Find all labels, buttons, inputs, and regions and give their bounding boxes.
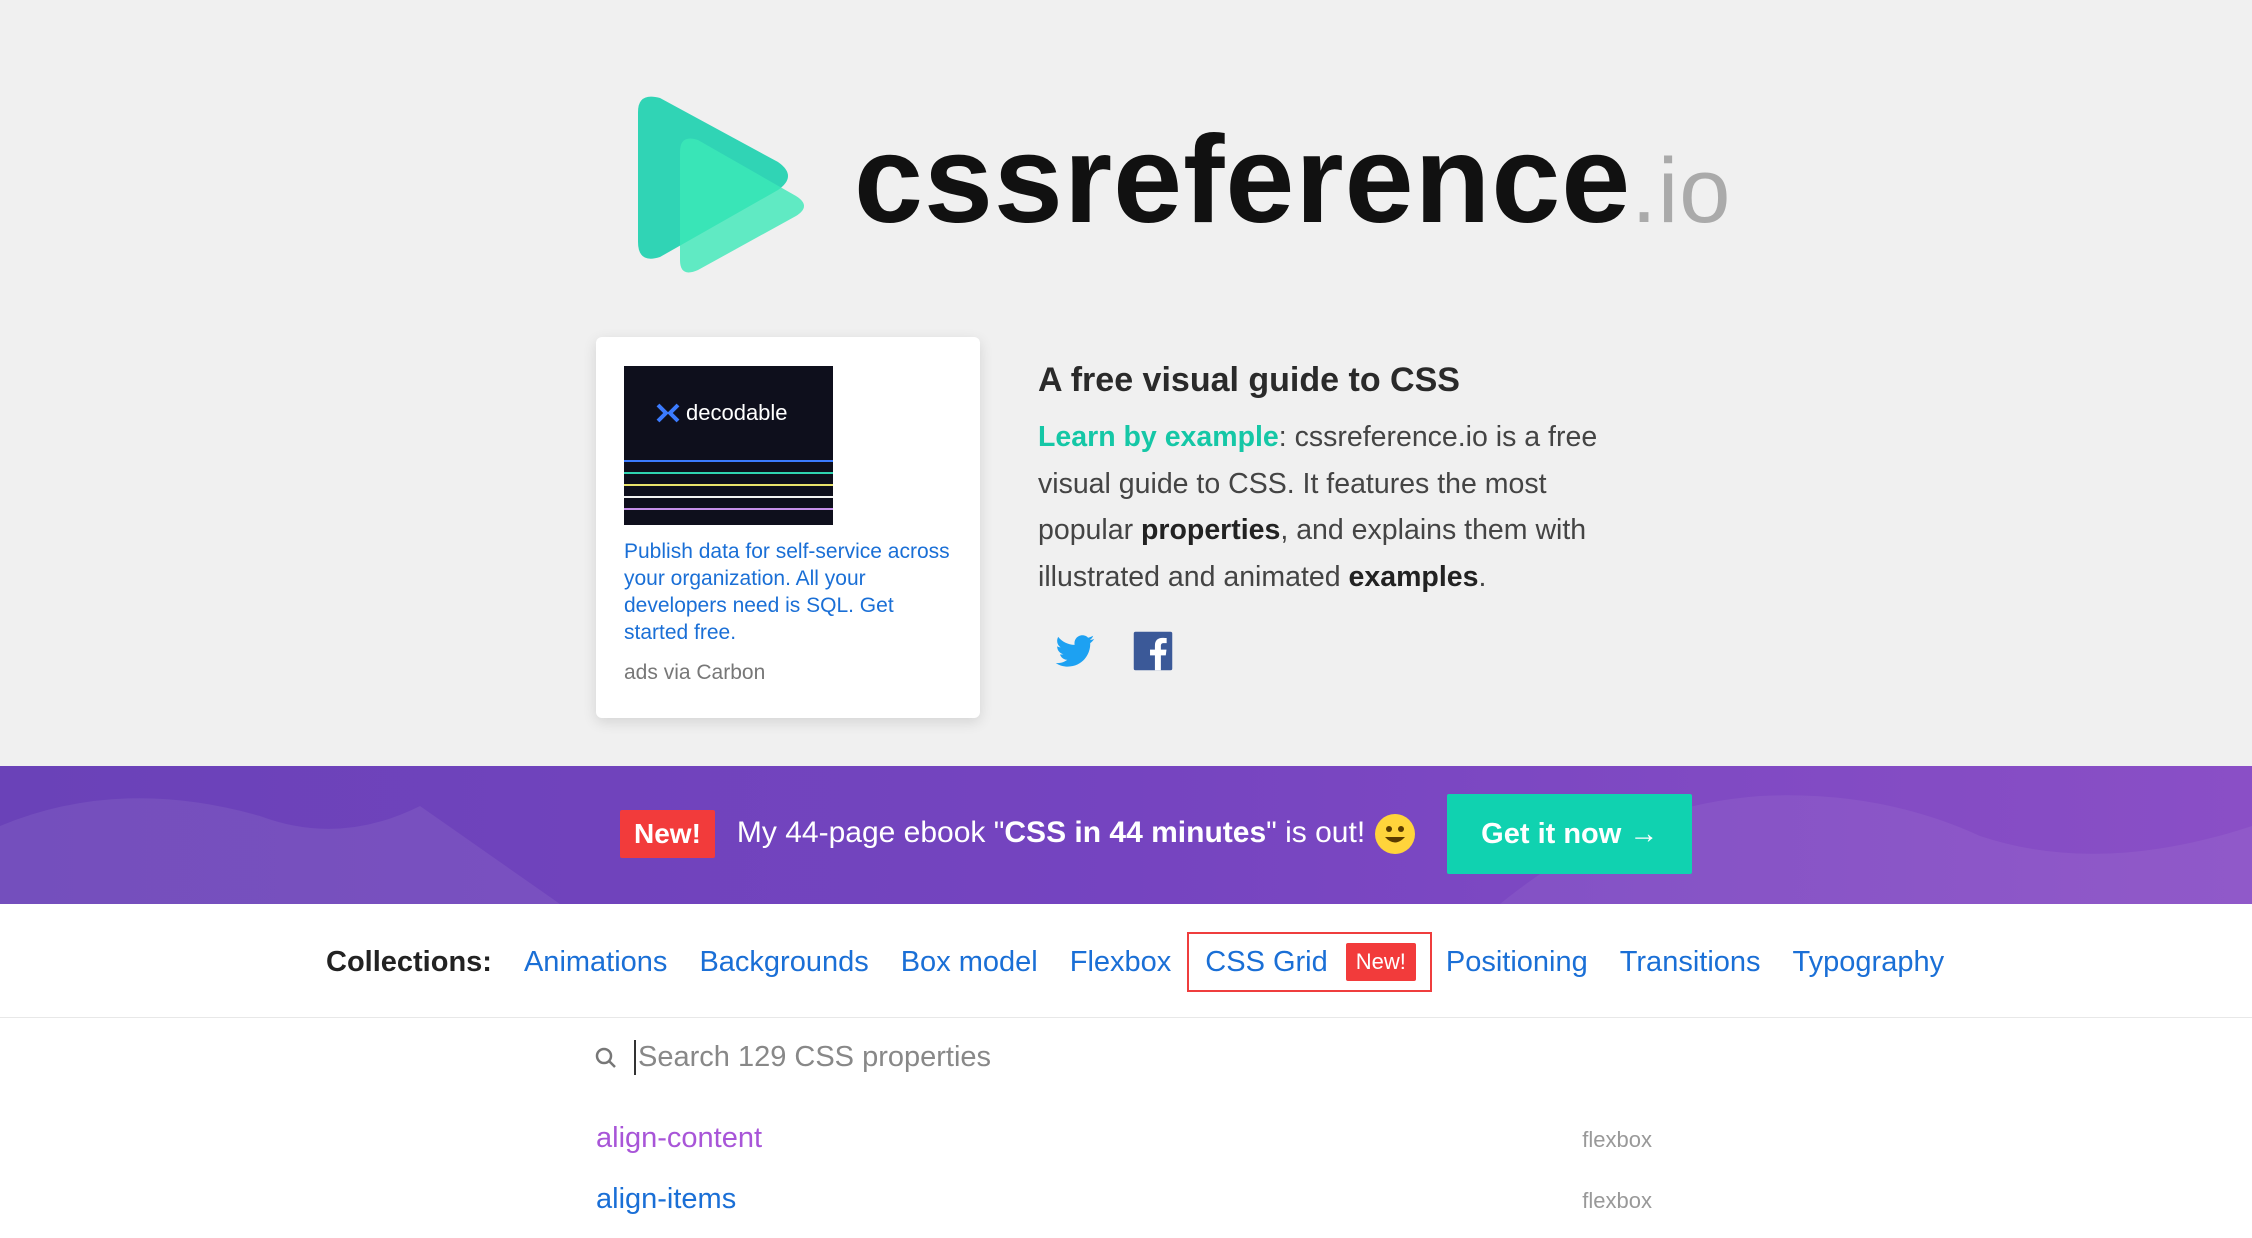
intro-title: A free visual guide to CSS	[1038, 361, 1460, 399]
intro-bold-examples: examples	[1348, 560, 1479, 593]
collection-animations[interactable]: Animations	[524, 946, 667, 979]
banner-text[interactable]: My 44-page ebook "CSS in 44 minutes" is …	[736, 814, 1416, 854]
property-name-link[interactable]: align-content	[596, 1122, 762, 1155]
intro-bold-properties: properties	[1141, 514, 1281, 546]
collection-css-grid[interactable]: CSS Grid New!	[1187, 932, 1432, 992]
logo-tld-text: .io	[1631, 140, 1732, 242]
smiley-emoji-icon	[1375, 814, 1416, 854]
property-category: flexbox	[1582, 1188, 1652, 1213]
get-it-now-button[interactable]: Get it now →	[1447, 794, 1693, 874]
property-category: flexbox	[1582, 1127, 1652, 1152]
collection-typography[interactable]: Typography	[1793, 946, 1945, 979]
carbon-ad-card: decodable Publish data for self-service …	[596, 337, 980, 718]
hero-section: cssreference.io decodable Publish data f…	[0, 0, 2252, 766]
search-row	[594, 1040, 1240, 1075]
search-input[interactable]	[634, 1040, 1240, 1075]
collections-nav: Collections: Animations Backgrounds Box …	[0, 904, 2252, 1018]
collection-flexbox[interactable]: Flexbox	[1070, 946, 1172, 979]
css-grid-new-badge: New!	[1345, 943, 1416, 981]
ad-brand-name: decodable	[686, 400, 788, 425]
ad-via-link[interactable]: ads via Carbon	[624, 661, 765, 685]
collection-transitions[interactable]: Transitions	[1620, 946, 1761, 979]
collections-row: Collections: Animations Backgrounds Box …	[326, 932, 1976, 992]
decodable-logo-icon	[656, 403, 680, 423]
intro-lead: Learn by example	[1038, 421, 1279, 453]
banner-content: New! My 44-page ebook "CSS in 44 minutes…	[620, 794, 1693, 874]
collection-css-grid-label: CSS Grid	[1205, 945, 1328, 978]
ebook-banner: New! My 44-page ebook "CSS in 44 minutes…	[0, 766, 2252, 904]
logo-play-icon[interactable]	[628, 92, 812, 282]
logo-main-text: cssreference	[854, 111, 1632, 249]
collection-backgrounds[interactable]: Backgrounds	[699, 946, 868, 979]
collection-box-model[interactable]: Box model	[901, 946, 1038, 979]
intro-paragraph: Learn by example: cssreference.io is a f…	[1038, 414, 1598, 600]
facebook-icon[interactable]	[1132, 630, 1174, 672]
twitter-icon[interactable]	[1054, 630, 1096, 672]
banner-text-before: My 44-page ebook "	[736, 815, 1005, 849]
banner-text-after: " is out!	[1266, 815, 1366, 849]
intro-block: A free visual guide to CSS Learn by exam…	[1038, 352, 1598, 600]
logo-wordmark[interactable]: cssreference.io	[854, 110, 1731, 250]
property-row: align-content flexbox	[596, 1122, 1652, 1155]
collections-label: Collections:	[326, 945, 492, 978]
ad-image[interactable]: decodable	[624, 366, 833, 525]
ad-text-link[interactable]: Publish data for self-service across you…	[624, 538, 958, 646]
property-row: align-items flexbox	[596, 1183, 1652, 1216]
search-icon	[595, 1047, 616, 1068]
collection-positioning[interactable]: Positioning	[1446, 946, 1588, 979]
ad-brand: decodable	[656, 400, 788, 426]
intro-text-3: .	[1478, 560, 1487, 593]
new-badge: New!	[620, 810, 715, 858]
social-links	[1054, 630, 1174, 672]
ebook-title: CSS in 44 minutes	[1004, 815, 1267, 849]
ad-decorative-lines	[624, 460, 833, 510]
property-name-link[interactable]: align-items	[596, 1183, 736, 1216]
property-list-section: align-content flexbox align-items flexbo…	[0, 1018, 2252, 1238]
